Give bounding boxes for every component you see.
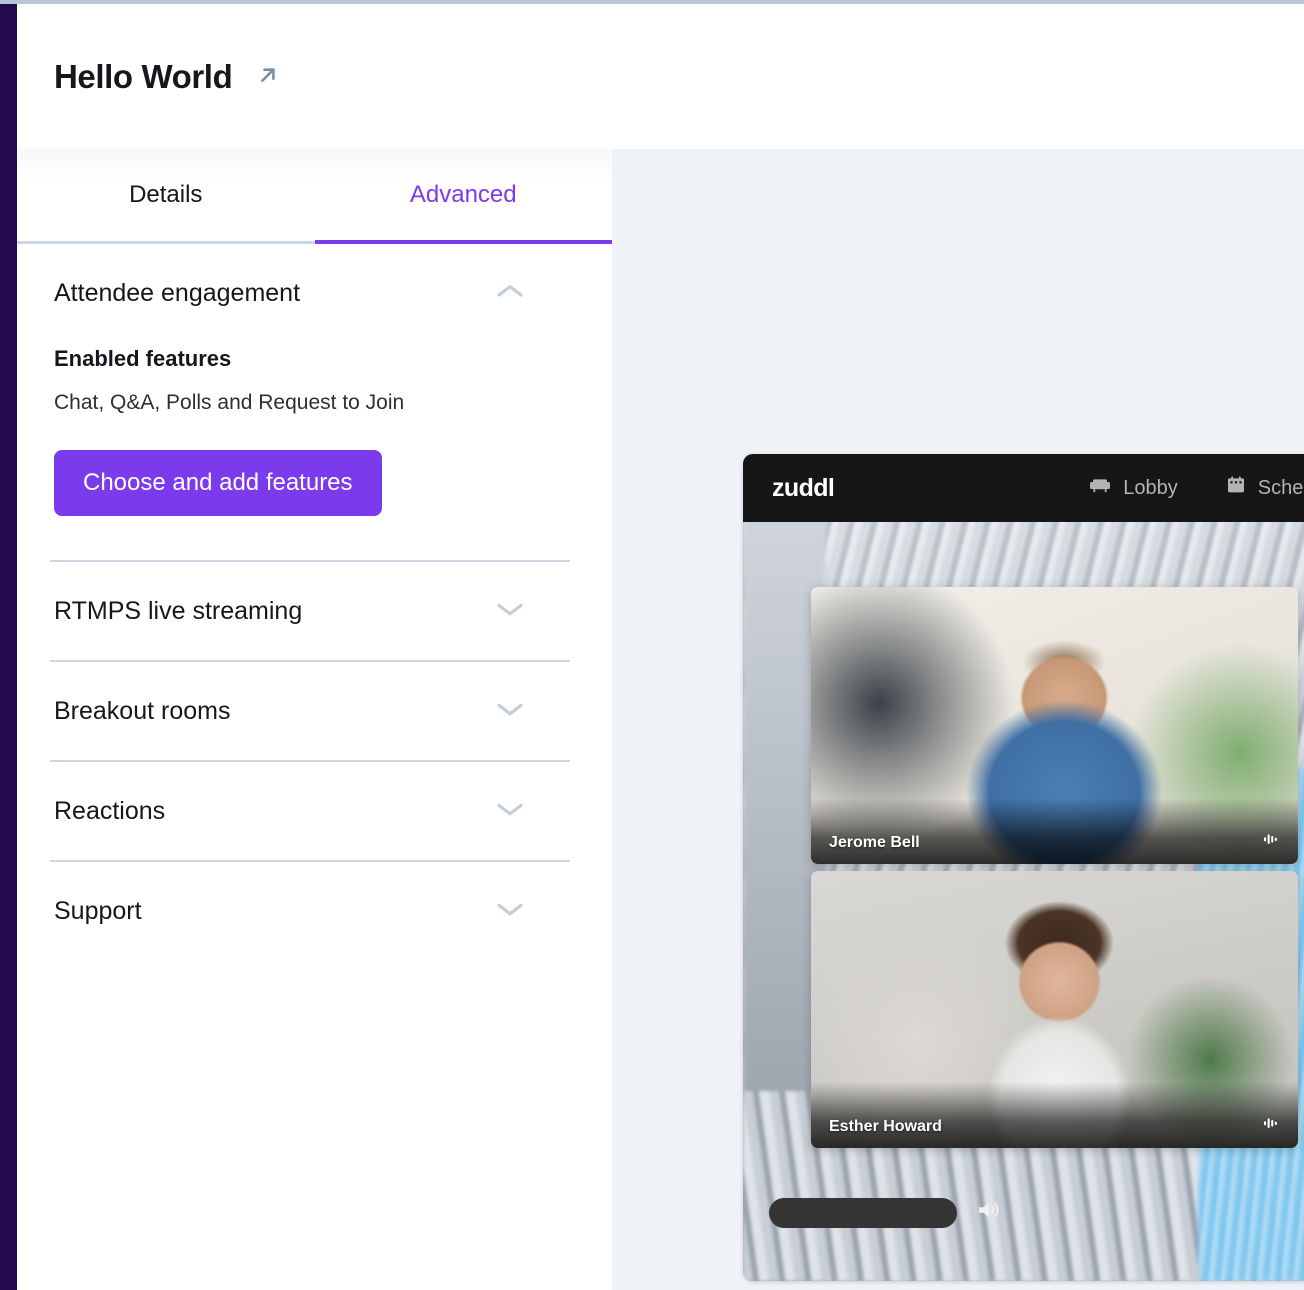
event-preview-pane: zuddl Lobby Sche Jerome Bell Esther Howa…: [612, 149, 1304, 1290]
participant-tile-footer: Jerome Bell: [811, 798, 1298, 864]
accordion-body-attendee-engagement: Enabled features Chat, Q&A, Polls and Re…: [17, 346, 592, 560]
enabled-features-label: Enabled features: [54, 346, 232, 371]
settings-accordion: Attendee engagement Enabled features Cha…: [17, 244, 612, 960]
chevron-up-icon[interactable]: [495, 282, 525, 305]
tab-advanced[interactable]: Advanced: [314, 149, 613, 244]
accordion-title: Breakout rooms: [54, 696, 231, 725]
participant-name: Esther Howard: [829, 1118, 942, 1135]
preview-control-pill[interactable]: [769, 1197, 957, 1228]
zuddl-logo: zuddl: [772, 473, 835, 502]
tab-details-label: Details: [129, 181, 203, 208]
preview-nav-label-lobby: Lobby: [1123, 476, 1178, 499]
event-preview-card: zuddl Lobby Sche Jerome Bell Esther Howa…: [743, 454, 1304, 1281]
audio-level-icon: [1262, 831, 1280, 852]
calendar-icon: [1226, 475, 1246, 501]
accordion-section-support: Support: [17, 862, 592, 960]
arrow-up-right-icon[interactable]: [254, 61, 282, 89]
sidebar-header: Hello World: [17, 4, 612, 149]
sofa-icon: [1089, 476, 1111, 500]
accordion-title: Attendee engagement: [54, 278, 301, 307]
app-root: zuddl Lobby Sche Jerome Bell Esther Howa…: [0, 0, 1304, 1290]
participant-tile-footer: Esther Howard: [811, 1082, 1298, 1148]
preview-topbar: zuddl Lobby Sche: [743, 454, 1304, 522]
accordion-title: Support: [54, 896, 142, 925]
enabled-features-value: Chat, Q&A, Polls and Request to Join: [54, 391, 405, 414]
speaker-volume-icon[interactable]: [975, 1197, 1005, 1228]
accordion-header-rtmps-live-streaming[interactable]: RTMPS live streaming: [17, 562, 592, 660]
left-nav-rail: [0, 4, 17, 1290]
preview-nav-label-schedule: Schedu: [1257, 476, 1304, 499]
accordion-header-reactions[interactable]: Reactions: [17, 762, 592, 860]
participant-name: Jerome Bell: [829, 834, 920, 851]
settings-sidebar: Hello World Details Advanced Attendee en…: [17, 4, 612, 1290]
settings-tabs: Details Advanced: [17, 149, 612, 244]
audio-level-icon: [1262, 1115, 1280, 1136]
tab-advanced-label: Advanced: [409, 181, 517, 208]
preview-nav-item-lobby[interactable]: Lobby: [1089, 476, 1178, 500]
preview-nav: Lobby Sche: [1089, 475, 1304, 501]
accordion-section-reactions: Reactions: [17, 762, 592, 860]
chevron-down-icon[interactable]: [495, 700, 525, 723]
preview-nav-item-schedule[interactable]: Schedu: [1226, 475, 1304, 501]
accordion-header-attendee-engagement[interactable]: Attendee engagement: [17, 244, 592, 342]
accordion-section-attendee-engagement: Attendee engagement Enabled features Cha…: [17, 244, 592, 560]
preview-controls: [769, 1197, 1005, 1228]
tab-details[interactable]: Details: [17, 149, 315, 241]
preview-background-image: [743, 454, 1304, 1281]
accordion-header-support[interactable]: Support: [17, 862, 592, 960]
choose-and-add-features-button[interactable]: Choose and add features: [54, 450, 382, 516]
chevron-down-icon[interactable]: [495, 800, 525, 823]
accordion-header-breakout-rooms[interactable]: Breakout rooms: [17, 662, 592, 760]
participant-tile[interactable]: Esther Howard: [811, 871, 1298, 1148]
chevron-down-icon[interactable]: [495, 900, 525, 923]
participant-tile[interactable]: Jerome Bell: [811, 587, 1298, 864]
accordion-title: RTMPS live streaming: [54, 596, 303, 625]
accordion-section-breakout-rooms: Breakout rooms: [17, 662, 592, 760]
accordion-section-rtmps-live-streaming: RTMPS live streaming: [17, 562, 592, 660]
accordion-title: Reactions: [54, 796, 166, 825]
page-title: Hello World: [54, 57, 233, 95]
chevron-down-icon[interactable]: [495, 600, 525, 623]
